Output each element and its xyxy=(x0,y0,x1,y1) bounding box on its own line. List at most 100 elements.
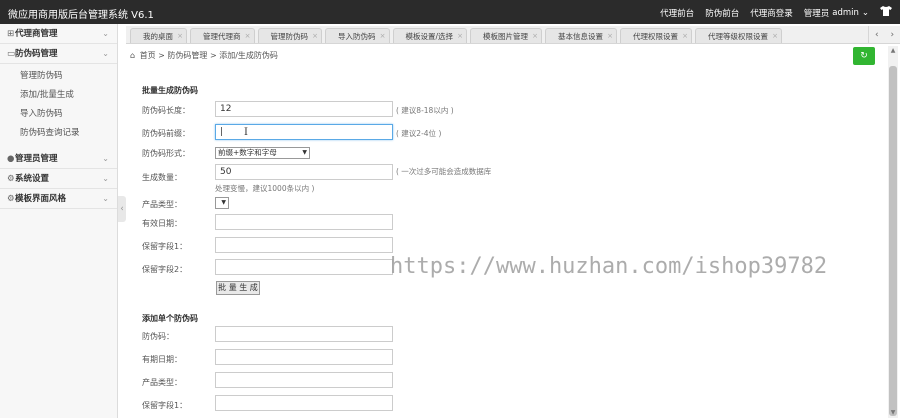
gear-icon: ⚙ xyxy=(7,194,15,204)
single-field1-label: 保留字段1： xyxy=(142,401,188,410)
code-input[interactable] xyxy=(215,326,393,342)
prefix-label: 防伪码前缀： xyxy=(142,129,190,138)
text-cursor-icon: I xyxy=(244,127,248,138)
topnav-agent-front[interactable]: 代理前台 xyxy=(660,7,694,19)
batch-section-title: 批量生成防伪码 xyxy=(142,86,198,95)
field1-input[interactable] xyxy=(215,237,393,253)
tab-desktop[interactable]: 我的桌面 × xyxy=(130,28,187,43)
form-select[interactable]: 前缀+数字和字母 ▼ xyxy=(215,147,310,159)
scroll-down-icon[interactable]: ▼ xyxy=(888,408,898,418)
tab-manage-codes[interactable]: 管理防伪码 × xyxy=(257,28,322,43)
qty-input[interactable]: 50 xyxy=(215,164,393,180)
scroll-thumb[interactable] xyxy=(889,66,897,416)
single-field1-input[interactable] xyxy=(215,395,393,411)
batch-generate-button[interactable]: 批 量 生 成 xyxy=(216,281,260,295)
tab-template-images[interactable]: 模板图片管理 × xyxy=(470,28,543,43)
expiry-label: 有效日期： xyxy=(142,219,182,228)
tabs: 我的桌面 × 管理代理商 × 管理防伪码 × 导入防伪码 × 模板设置/选择 × 模板图片… xyxy=(130,28,785,43)
home-icon: ⌂ xyxy=(130,51,136,60)
tab-label: 模板设置/选择 xyxy=(405,32,454,41)
top-nav: 代理前台 防伪前台 代理商登录 管理员 admin ⌄ xyxy=(660,6,892,19)
topnav-anticounterfeit-front[interactable]: 防伪前台 xyxy=(705,7,739,19)
tab-basic-info[interactable]: 基本信息设置 × xyxy=(545,28,618,43)
card-icon: ▭ xyxy=(7,49,16,59)
chevron-down-icon: ⌄ xyxy=(102,49,109,58)
close-icon[interactable]: × xyxy=(177,29,183,43)
close-icon[interactable]: × xyxy=(380,29,386,43)
chevron-right-icon[interactable]: › xyxy=(890,30,894,40)
breadcrumb-level1[interactable]: 防伪码管理 xyxy=(167,51,207,60)
tab-manage-agents[interactable]: 管理代理商 × xyxy=(190,28,255,43)
field1-label: 保留字段1： xyxy=(142,242,188,251)
shirt-icon[interactable] xyxy=(880,6,892,19)
type-label: 产品类型： xyxy=(142,200,182,209)
form-select-value: 前缀+数字和字母 xyxy=(218,148,277,157)
tab-label: 基本信息设置 xyxy=(558,32,604,41)
tab-label: 管理代理商 xyxy=(203,32,241,41)
sidebar-group-label: 防伪码管理 xyxy=(15,49,58,59)
chevron-left-icon[interactable]: ‹ xyxy=(875,30,879,40)
tab-label: 模板图片管理 xyxy=(483,32,529,41)
qty-label: 生成数量： xyxy=(142,173,182,182)
sidebar-group-label: 模板界面风格 xyxy=(15,194,67,204)
prefix-hint: ( 建议2-4位 ) xyxy=(396,129,442,138)
chevron-down-icon: ▼ xyxy=(302,149,307,156)
close-icon[interactable]: × xyxy=(532,29,538,43)
length-hint: ( 建议8-18以内 ) xyxy=(396,106,454,115)
close-icon[interactable]: × xyxy=(607,29,613,43)
close-icon[interactable]: × xyxy=(312,29,318,43)
chevron-down-icon: ⌄ xyxy=(102,174,109,183)
sidebar-group-anticounterfeit[interactable]: ▭防伪码管理 ⌄ xyxy=(0,44,117,64)
gear-icon: ⚙ xyxy=(7,174,15,184)
refresh-button[interactable]: ↻ xyxy=(853,47,875,65)
type-select[interactable]: ▼ xyxy=(215,197,229,209)
single-expiry-input[interactable] xyxy=(215,349,393,365)
chevron-down-icon: ▼ xyxy=(221,199,226,206)
sidebar-group-label: 管理员管理 xyxy=(15,154,58,164)
sidebar-group-label: 系统设置 xyxy=(15,174,50,184)
expiry-input[interactable] xyxy=(215,214,393,230)
sidebar-item-manage-codes[interactable]: 管理防伪码 xyxy=(0,67,117,86)
breadcrumb-home[interactable]: 首页 xyxy=(140,51,156,60)
tab-template-settings[interactable]: 模板设置/选择 × xyxy=(392,28,468,43)
single-section-title: 添加单个防伪码 xyxy=(142,314,198,323)
topnav-agent-login[interactable]: 代理商登录 xyxy=(750,7,793,19)
close-icon[interactable]: × xyxy=(772,29,778,43)
sidebar-group-theme[interactable]: ⚙模板界面风格 ⌄ xyxy=(0,189,117,209)
tab-scroll-arrows: ‹ › xyxy=(868,26,900,43)
breadcrumb-sep: > xyxy=(209,51,217,60)
sidebar-group-agent[interactable]: ⊞代理商管理 ⌄ xyxy=(0,24,117,44)
code-label: 防伪码： xyxy=(142,332,174,341)
close-icon[interactable]: × xyxy=(682,29,688,43)
sidebar-group-admin[interactable]: ●管理员管理 ⌄ xyxy=(0,149,117,169)
length-input[interactable]: 12 xyxy=(215,101,393,117)
tab-agent-permissions[interactable]: 代理权限设置 × xyxy=(620,28,693,43)
tab-import-codes[interactable]: 导入防伪码 × xyxy=(325,28,390,43)
sidebar-item-add-batch[interactable]: 添加/批量生成 xyxy=(0,86,117,105)
user-name: admin xyxy=(832,7,859,18)
user-icon: ● xyxy=(7,154,15,164)
prefix-input[interactable]: | xyxy=(215,124,393,140)
single-expiry-label: 有期日期： xyxy=(142,355,182,364)
single-type-input[interactable] xyxy=(215,372,393,388)
scrollbar[interactable]: ▲ ▼ xyxy=(888,46,898,418)
chevron-down-icon: ⌄ xyxy=(102,29,109,38)
close-icon[interactable]: × xyxy=(245,29,251,43)
chevron-down-icon: ⌄ xyxy=(861,7,869,18)
field2-input[interactable] xyxy=(215,259,393,275)
sidebar-item-query-log[interactable]: 防伪码查询记录 xyxy=(0,124,117,143)
sidebar-group-system[interactable]: ⚙系统设置 ⌄ xyxy=(0,169,117,189)
sidebar-collapse-icon[interactable]: ‹ xyxy=(118,196,126,222)
qty-hint-2: 处理变慢，建议1000条以内 ) xyxy=(215,184,315,193)
grid-icon: ⊞ xyxy=(7,29,15,39)
chevron-down-icon: ⌄ xyxy=(102,154,109,163)
scroll-up-icon[interactable]: ▲ xyxy=(888,46,898,56)
tab-agent-level-permissions[interactable]: 代理等级权限设置 × xyxy=(695,28,783,43)
sidebar-item-import-codes[interactable]: 导入防伪码 xyxy=(0,105,117,124)
watermark: https://www.huzhan.com/ishop39782 xyxy=(390,254,828,279)
app-title: 微应用商用版后台管理系统 V6.1 xyxy=(8,10,154,21)
user-menu[interactable]: 管理员 admin ⌄ xyxy=(804,7,869,19)
length-label: 防伪码长度： xyxy=(142,106,190,115)
close-icon[interactable]: × xyxy=(457,29,463,43)
single-type-label: 产品类型： xyxy=(142,378,182,387)
